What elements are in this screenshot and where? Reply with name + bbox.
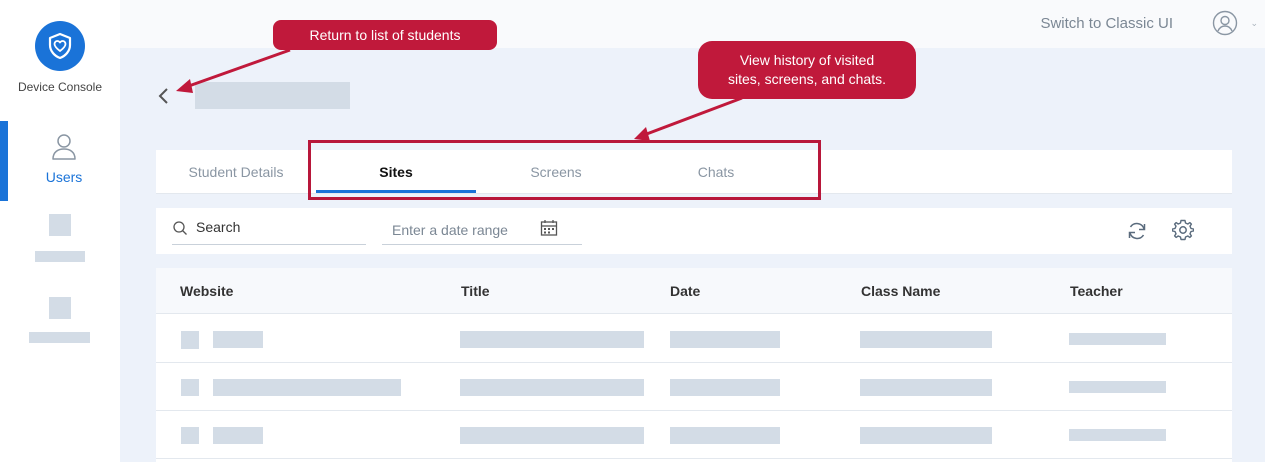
- sidebar-item-users[interactable]: Users: [8, 121, 120, 201]
- calendar-icon[interactable]: [540, 219, 558, 237]
- tab-student-details[interactable]: Student Details: [156, 150, 316, 194]
- gear-icon[interactable]: [1172, 219, 1194, 241]
- cell-placeholder: [460, 427, 644, 444]
- user-icon: [52, 134, 76, 160]
- cell-placeholder: [670, 427, 780, 444]
- tabs-callout-line2: sites, screens, and chats.: [728, 71, 886, 87]
- sidebar-item-placeholder-label: [35, 251, 85, 262]
- sidebar-item-placeholder-icon[interactable]: [49, 297, 71, 319]
- cell-placeholder: [1069, 381, 1166, 393]
- column-header-date[interactable]: Date: [670, 283, 700, 299]
- date-range-input[interactable]: Enter a date range: [382, 216, 582, 245]
- cell-placeholder: [670, 331, 780, 348]
- cell-placeholder: [460, 331, 644, 348]
- arrow-head-icon: [634, 127, 650, 141]
- table-row[interactable]: [156, 363, 1232, 411]
- back-callout-text: Return to list of students: [309, 26, 461, 43]
- column-header-website[interactable]: Website: [180, 283, 233, 299]
- cell-placeholder: [213, 331, 263, 348]
- cell-placeholder: [213, 427, 263, 444]
- sidebar-item-placeholder-icon[interactable]: [49, 214, 71, 236]
- sidebar-item-placeholder-label: [29, 332, 90, 343]
- tabs-callout-line1: View history of visited: [739, 52, 875, 68]
- device-console-logo[interactable]: [35, 21, 85, 71]
- shield-heart-icon: [48, 32, 72, 60]
- sites-table: Website Title Date Class Name Teacher: [156, 268, 1232, 462]
- search-input[interactable]: Search: [172, 216, 366, 245]
- table-header: Website Title Date Class Name Teacher: [156, 268, 1232, 314]
- student-name-placeholder: [195, 82, 350, 109]
- site-favicon-placeholder: [181, 427, 199, 444]
- column-header-class-name[interactable]: Class Name: [861, 283, 940, 299]
- cell-placeholder: [860, 427, 992, 444]
- tabs-highlight-box: [308, 140, 821, 200]
- filter-toolbar: Search Enter a date range: [156, 208, 1232, 254]
- column-header-title[interactable]: Title: [461, 283, 490, 299]
- sidebar-item-label: Users: [45, 169, 83, 185]
- cell-placeholder: [460, 379, 644, 396]
- search-icon: [173, 221, 187, 235]
- search-label: Search: [196, 219, 241, 235]
- site-favicon-placeholder: [181, 379, 199, 396]
- cell-placeholder: [670, 379, 780, 396]
- cell-placeholder: [213, 379, 401, 396]
- back-callout: Return to list of students: [273, 20, 497, 50]
- table-row[interactable]: [156, 411, 1232, 459]
- refresh-icon[interactable]: [1126, 220, 1148, 242]
- arrow-head-icon: [176, 79, 193, 93]
- switch-to-classic-ui-link[interactable]: Switch to Classic UI: [1040, 15, 1173, 32]
- cell-placeholder: [1069, 333, 1166, 345]
- date-range-placeholder: Enter a date range: [392, 222, 508, 238]
- chevron-left-icon[interactable]: [155, 86, 173, 106]
- cell-placeholder: [1069, 429, 1166, 441]
- table-row[interactable]: [156, 315, 1232, 363]
- sidebar: Device Console Users: [0, 0, 120, 462]
- profile-icon[interactable]: [1212, 10, 1238, 36]
- cell-placeholder: [860, 379, 992, 396]
- site-favicon-placeholder: [181, 331, 199, 349]
- tabs-callout: View history of visited sites, screens, …: [698, 41, 916, 99]
- column-header-teacher[interactable]: Teacher: [1070, 283, 1123, 299]
- logo-label: Device Console: [17, 80, 103, 94]
- active-nav-indicator: [0, 121, 8, 201]
- chevron-down-icon[interactable]: ⌄: [1250, 18, 1258, 29]
- cell-placeholder: [860, 331, 992, 348]
